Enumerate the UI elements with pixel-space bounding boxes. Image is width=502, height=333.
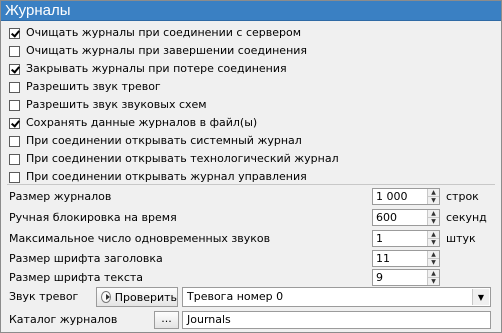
setting-text-font-size: Размер шрифта текста 9 ▲ ▼ xyxy=(9,269,499,287)
checkbox-box[interactable] xyxy=(9,171,20,183)
stepper-up-icon[interactable]: ▲ xyxy=(428,251,439,259)
setting-label: Размер шрифта заголовка xyxy=(9,252,163,265)
stepper-arrows: ▲ ▼ xyxy=(427,270,439,285)
stepper-down-icon[interactable]: ▼ xyxy=(428,197,439,204)
stepper-arrows: ▲ ▼ xyxy=(427,189,439,204)
checkbox-open-tech-log[interactable]: При соединении открывать технологический… xyxy=(9,150,339,168)
browse-button[interactable]: ... xyxy=(154,311,179,329)
checkbox-label: При соединении открывать технологический… xyxy=(26,152,339,165)
setting-title-font-size: Размер шрифта заголовка 11 ▲ ▼ xyxy=(9,250,499,268)
manual-lock-stepper[interactable]: 600 ▲ ▼ xyxy=(372,209,440,226)
max-sounds-stepper[interactable]: 1 ▲ ▼ xyxy=(372,230,440,247)
alarm-sound-value: Тревога номер 0 xyxy=(187,290,284,303)
setting-label: Ручная блокировка на время xyxy=(9,211,177,224)
checkbox-label: Очищать журналы при соединении с серверо… xyxy=(26,26,302,39)
stepper-down-icon[interactable]: ▼ xyxy=(428,259,439,266)
stepper-arrows: ▲ ▼ xyxy=(427,231,439,246)
checkbox-scheme-sound[interactable]: Разрешить звук звуковых схем xyxy=(9,96,207,114)
title-font-size-stepper[interactable]: 11 ▲ ▼ xyxy=(372,250,440,267)
checkbox-box[interactable] xyxy=(9,117,20,129)
divider xyxy=(7,184,495,185)
log-dir-input[interactable]: Journals xyxy=(182,311,491,329)
panel-title: Журналы xyxy=(1,1,501,21)
checkbox-box[interactable] xyxy=(9,99,20,111)
checkbox-open-system-log[interactable]: При соединении открывать системный журна… xyxy=(9,132,302,150)
setting-unit: строк xyxy=(446,190,479,203)
stepper-down-icon[interactable]: ▼ xyxy=(428,239,439,246)
play-icon xyxy=(101,291,111,303)
stepper-down-icon[interactable]: ▼ xyxy=(428,278,439,285)
stepper-up-icon[interactable]: ▲ xyxy=(428,210,439,218)
checkbox-close-on-loss[interactable]: Закрывать журналы при потере соединения xyxy=(9,60,287,78)
stepper-value[interactable]: 1 xyxy=(376,231,383,246)
alarm-sound-select[interactable]: Тревога номер 0 ▼ xyxy=(182,287,491,307)
checkbox-clear-on-disconnect[interactable]: Очищать журналы при завершении соединени… xyxy=(9,42,307,60)
setting-label: Максимальное число одновременных звуков xyxy=(9,232,271,245)
test-sound-button-label: Проверить xyxy=(114,290,177,304)
checkbox-clear-on-connect[interactable]: Очищать журналы при соединении с серверо… xyxy=(9,24,301,42)
checkbox-box[interactable] xyxy=(9,63,20,75)
text-font-size-stepper[interactable]: 9 ▲ ▼ xyxy=(372,269,440,286)
test-sound-button[interactable]: Проверить xyxy=(96,287,178,307)
checkbox-label: Сохранять данные журналов в файл(ы) xyxy=(26,116,258,129)
setting-manual-lock: Ручная блокировка на время 600 ▲ ▼ секун… xyxy=(9,209,499,227)
checkbox-label: Разрешить звук тревог xyxy=(26,80,161,93)
stepper-down-icon[interactable]: ▼ xyxy=(428,218,439,225)
chevron-down-icon[interactable]: ▼ xyxy=(472,289,489,305)
stepper-value[interactable]: 1 000 xyxy=(376,189,408,204)
checkbox-box[interactable] xyxy=(9,45,20,57)
checkbox-save-to-file[interactable]: Сохранять данные журналов в файл(ы) xyxy=(9,114,257,132)
stepper-arrows: ▲ ▼ xyxy=(427,251,439,266)
setting-unit: секунд xyxy=(446,211,487,224)
journals-settings-panel: Журналы Очищать журналы при соединении с… xyxy=(0,0,502,333)
setting-max-sounds: Максимальное число одновременных звуков … xyxy=(9,230,499,248)
checkbox-box[interactable] xyxy=(9,153,20,165)
stepper-arrows: ▲ ▼ xyxy=(427,210,439,225)
checkbox-label: При соединении открывать системный журна… xyxy=(26,134,302,147)
stepper-up-icon[interactable]: ▲ xyxy=(428,270,439,278)
setting-unit: штук xyxy=(446,232,476,245)
stepper-value[interactable]: 11 xyxy=(376,251,390,266)
checkbox-box[interactable] xyxy=(9,135,20,147)
log-size-stepper[interactable]: 1 000 ▲ ▼ xyxy=(372,188,440,205)
checkbox-box[interactable] xyxy=(9,27,20,39)
checkbox-box[interactable] xyxy=(9,81,20,93)
setting-log-size: Размер журналов 1 000 ▲ ▼ строк xyxy=(9,188,499,206)
stepper-up-icon[interactable]: ▲ xyxy=(428,189,439,197)
setting-label: Размер шрифта текста xyxy=(9,271,144,284)
setting-label: Размер журналов xyxy=(9,190,112,203)
checkbox-label: Разрешить звук звуковых схем xyxy=(26,98,207,111)
alarm-sound-label: Звук тревог xyxy=(9,290,79,303)
log-dir-label: Каталог журналов xyxy=(9,313,118,326)
checkbox-label: Закрывать журналы при потере соединения xyxy=(26,62,287,75)
stepper-value[interactable]: 600 xyxy=(376,210,397,225)
stepper-value[interactable]: 9 xyxy=(376,270,383,285)
stepper-up-icon[interactable]: ▲ xyxy=(428,231,439,239)
checkbox-label: Очищать журналы при завершении соединени… xyxy=(26,44,308,57)
checkbox-alarm-sound[interactable]: Разрешить звук тревог xyxy=(9,78,161,96)
